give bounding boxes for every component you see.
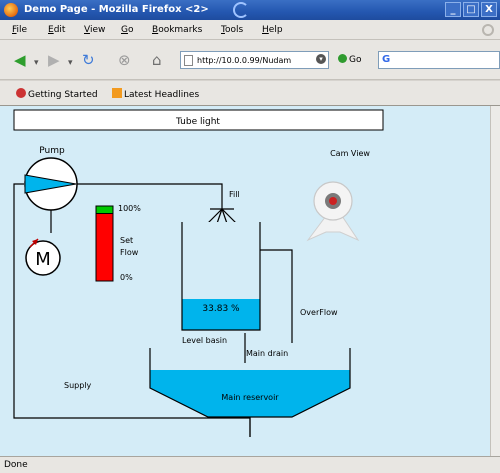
bookmark-label: Latest Headlines [124, 90, 200, 100]
bookmarks-toolbar: Getting Started Latest Headlines [0, 81, 500, 106]
vertical-scrollbar[interactable] [490, 106, 500, 456]
page-content: Tube light Pump M 100% Set Flow 0% Fill … [0, 106, 490, 456]
overflow-pipe [260, 249, 293, 343]
pump-icon[interactable] [24, 157, 78, 211]
url-dropdown-button[interactable]: ▾ [316, 54, 326, 64]
motor-label: M [35, 249, 51, 270]
menu-help[interactable]: Help [262, 25, 283, 35]
throbber-icon [482, 24, 494, 36]
motor-icon[interactable]: M [25, 238, 61, 276]
window-title: Demo Page - Mozilla Firefox <2> [24, 4, 209, 15]
basin-interior [182, 222, 260, 299]
fill-pipe [77, 183, 223, 209]
page-icon [184, 55, 193, 66]
menu-view[interactable]: View [84, 25, 105, 35]
url-input[interactable] [197, 53, 325, 67]
status-bar: Done [0, 456, 500, 473]
firefox-bookmark-icon [16, 88, 26, 98]
bookmark-label: Getting Started [28, 90, 98, 100]
flow-bar-level [95, 205, 114, 214]
flow-max-label: 100% [118, 204, 141, 213]
flow-min-label: 0% [120, 273, 133, 282]
firefox-icon [4, 3, 18, 17]
search-input[interactable] [397, 53, 497, 67]
pump-label: Pump [39, 146, 65, 156]
level-value: 33.83 % [202, 304, 240, 314]
rss-icon [112, 88, 122, 98]
process-diagram: Tube light Pump M 100% Set Flow 0% Fill … [13, 109, 384, 437]
status-text: Done [4, 460, 28, 470]
tube-light-label: Tube light [175, 117, 220, 127]
fill-label: Fill [229, 190, 240, 199]
close-button[interactable]: X [481, 2, 497, 17]
menu-bar: File Edit View Go Bookmarks Tools Help [0, 20, 500, 40]
main-drain-label: Main drain [246, 349, 288, 358]
webcam-icon[interactable] [306, 181, 360, 242]
forward-dropdown-icon[interactable]: ▾ [68, 55, 73, 71]
flow-setpoint-bar[interactable] [95, 205, 114, 282]
flow-label: Flow [120, 248, 139, 257]
bookmark-getting-started[interactable]: Getting Started [16, 88, 98, 100]
bookmark-latest-headlines[interactable]: Latest Headlines [112, 88, 199, 100]
menu-go[interactable]: Go [121, 25, 134, 35]
maximize-button[interactable]: □ [463, 2, 479, 17]
go-icon [338, 54, 347, 63]
forward-icon[interactable]: ▶ [48, 52, 60, 68]
menu-edit[interactable]: Edit [48, 25, 65, 35]
stop-icon[interactable]: ⊗ [118, 52, 131, 68]
overflow-label: OverFlow [300, 308, 338, 317]
menu-tools[interactable]: Tools [221, 25, 243, 35]
loading-swirl-icon [233, 2, 249, 18]
reload-icon[interactable]: ↻ [82, 52, 95, 68]
window-title-bar[interactable]: Demo Page - Mozilla Firefox <2> _ □ X [0, 0, 500, 20]
menu-file[interactable]: File [12, 25, 27, 35]
home-icon[interactable]: ⌂ [152, 52, 162, 68]
supply-label: Supply [64, 381, 92, 390]
back-dropdown-icon[interactable]: ▾ [34, 55, 39, 71]
flow-bar-background [95, 205, 114, 282]
search-box[interactable]: G [378, 51, 500, 69]
navigation-toolbar: ◀ ▾ ▶ ▾ ↻ ⊗ ⌂ ▾ Go G [0, 40, 500, 80]
menu-bookmarks[interactable]: Bookmarks [152, 25, 202, 35]
back-icon[interactable]: ◀ [14, 52, 26, 68]
go-label: Go [349, 55, 362, 65]
minimize-button[interactable]: _ [445, 2, 461, 17]
cam-view-label: Cam View [330, 149, 370, 158]
set-label: Set [120, 236, 133, 245]
url-bar[interactable] [180, 51, 329, 69]
google-search-icon: G [382, 54, 391, 65]
main-reservoir-label: Main reservoir [221, 393, 279, 402]
level-basin-label: Level basin [182, 336, 227, 345]
go-button[interactable]: Go [338, 54, 361, 65]
